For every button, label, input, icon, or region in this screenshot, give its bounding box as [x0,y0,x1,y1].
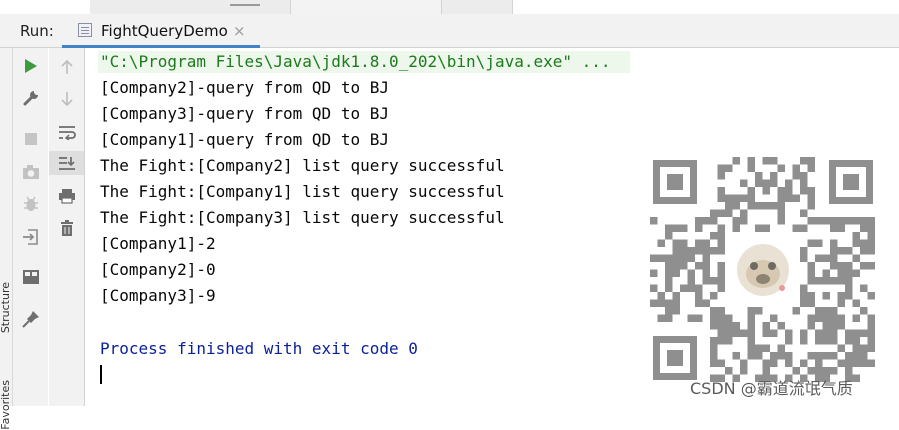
stop-button[interactable] [13,127,48,151]
console-line: The Fight:[Company1] list query successf… [100,182,505,201]
avatar-image [737,244,789,296]
text-caret [100,365,102,384]
rerun-button[interactable] [13,54,48,78]
previous-occurrence-button[interactable] [49,55,84,79]
tab-fightquerydemo[interactable]: FightQueryDemo × [62,14,260,48]
arrow-down-icon [60,92,73,107]
wrench-icon [23,91,38,106]
console-line: [Company3]-9 [100,286,216,305]
edit-configuration-button[interactable] [13,86,48,110]
editor-tab-strip-2 [291,0,442,14]
run-label: Run: [20,22,54,40]
pin-icon [21,311,39,328]
bug-icon [23,196,38,211]
editor-tab-strip-1 [90,0,291,14]
watermark: CSDN @霸道流氓气质 [690,379,853,398]
run-icon [24,59,37,73]
run-tool-window-header: Run: FightQueryDemo × [0,14,899,48]
console-line: The Fight:[Company3] list query successf… [100,208,505,227]
trash-icon [60,219,73,236]
exit-message: Process finished with exit code 0 [100,339,418,358]
editor-tab-strip-3 [442,0,513,14]
arrow-up-icon [60,59,73,74]
tab-title: FightQueryDemo [101,22,228,40]
stop-icon [24,133,37,145]
soft-wrap-button[interactable] [49,120,84,144]
debug-button[interactable] [13,192,48,216]
console-line: [Company1]-query from QD to BJ [100,130,389,149]
camera-icon [22,165,39,179]
run-config-icon [78,23,92,37]
layout-icon [22,270,39,284]
run-toolbar-primary [13,48,48,406]
console-line: [Company3]-query from QD to BJ [100,104,389,123]
scroll-to-end-icon [58,157,75,170]
next-occurrence-button[interactable] [49,87,84,111]
console-line: [Company2]-query from QD to BJ [100,78,389,97]
exit-icon [22,229,38,245]
favorites-tool-button[interactable]: Favorites [0,380,13,430]
scroll-to-end-button[interactable] [49,151,84,175]
console-line: The Fight:[Company2] list query successf… [100,156,505,175]
print-icon [58,189,75,204]
dump-threads-button[interactable] [13,160,48,184]
restore-layout-button[interactable] [13,265,48,289]
run-toolbar-secondary [49,48,85,406]
console-line: [Company1]-2 [100,234,216,253]
print-button[interactable] [49,184,84,208]
exit-button[interactable] [13,225,48,249]
clear-all-button[interactable] [49,216,84,240]
command-line[interactable]: "C:\Program Files\Java\jdk1.8.0_202\bin\… [100,49,611,75]
structure-tool-button[interactable]: Structure [0,282,13,333]
soft-wrap-icon [58,126,76,140]
console-line: [Company2]-0 [100,260,216,279]
qr-code [650,157,876,383]
close-tab-icon[interactable]: × [233,22,246,40]
pin-tab-button[interactable] [13,307,48,331]
left-tool-stripe: Structure Favorites [0,48,13,430]
top-editor-strip [0,0,899,14]
